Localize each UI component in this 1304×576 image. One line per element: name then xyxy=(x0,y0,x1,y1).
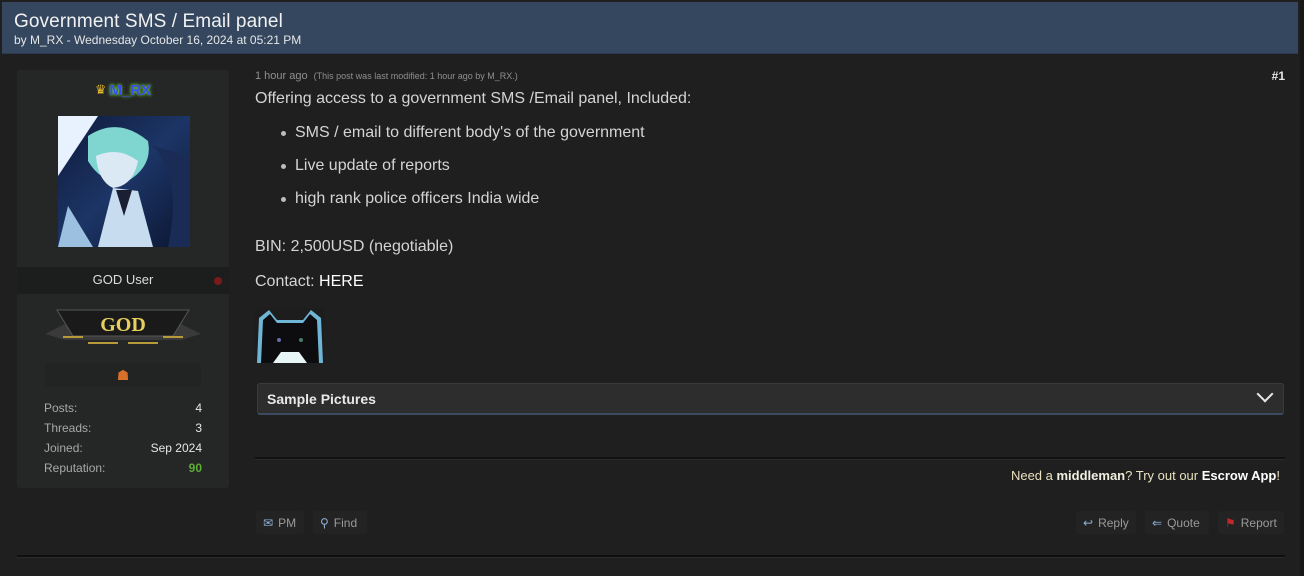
list-item: high rank police officers India wide xyxy=(281,189,645,222)
report-button[interactable]: ⚑ Report xyxy=(1218,511,1284,534)
signature-text: ! xyxy=(1276,468,1280,483)
list-item: SMS / email to different body's of the g… xyxy=(281,123,645,156)
username-row: ♛ M_RX xyxy=(17,82,229,99)
signature: Need a middleman? Try out our Escrow App… xyxy=(1011,468,1280,483)
thread-title: Government SMS / Email panel xyxy=(14,11,283,32)
award-box: ☗ xyxy=(45,363,201,387)
post-meta: 1 hour ago (This post was last modified:… xyxy=(255,70,518,82)
offline-status-icon xyxy=(214,277,222,285)
crown-icon: ♛ xyxy=(94,82,107,97)
search-icon: ⚲ xyxy=(320,515,329,530)
stat-joined: Joined: Sep 2024 xyxy=(44,438,202,458)
signature-text: ? Try out our xyxy=(1125,468,1202,483)
spoiler-label: Sample Pictures xyxy=(267,391,376,407)
thread-header: Government SMS / Email panel by M_RX - W… xyxy=(2,2,1298,54)
username-link[interactable]: M_RX xyxy=(109,82,151,99)
chevron-down-icon[interactable] xyxy=(1256,385,1274,403)
stat-reputation: Reputation: 90 xyxy=(44,458,202,478)
contact-label: Contact: xyxy=(255,273,320,290)
award-icon[interactable]: ☗ xyxy=(117,367,130,383)
envelope-icon: ✉ xyxy=(263,515,274,530)
reply-icon: ↩ xyxy=(1083,515,1094,530)
pm-button[interactable]: ✉ PM xyxy=(256,511,304,534)
stat-value: 3 xyxy=(195,421,202,435)
avatar[interactable] xyxy=(58,116,190,247)
post-time: 1 hour ago xyxy=(255,70,308,82)
quote-button[interactable]: ⇐ Quote xyxy=(1145,511,1209,534)
quote-label: Quote xyxy=(1167,515,1200,530)
find-button[interactable]: ⚲ Find xyxy=(313,511,367,534)
report-label: Report xyxy=(1240,515,1277,530)
price-text: BIN: 2,500USD (negotiable) xyxy=(255,238,454,255)
escrow-app-link[interactable]: Escrow App xyxy=(1202,468,1277,483)
feature-list: SMS / email to different body's of the g… xyxy=(281,123,645,222)
stat-value: Sep 2024 xyxy=(150,441,202,455)
reputation-value[interactable]: 90 xyxy=(189,458,202,478)
reply-all-icon: ⇐ xyxy=(1152,515,1163,530)
god-rank-badge: GOD xyxy=(43,306,203,350)
reply-button[interactable]: ↩ Reply xyxy=(1076,511,1136,534)
author-panel: ♛ M_RX GOD User GOD ☗ Posts: 4 Threads: … xyxy=(17,70,229,488)
stat-label: Threads: xyxy=(44,421,92,435)
flag-icon: ⚑ xyxy=(1225,515,1236,530)
stat-value: 4 xyxy=(195,401,202,415)
stat-posts: Posts: 4 xyxy=(44,398,202,418)
usertitle-bar: GOD User xyxy=(17,267,229,294)
signature-text: Need a xyxy=(1010,468,1057,483)
thread-meta: by M_RX - Wednesday October 16, 2024 at … xyxy=(14,33,302,47)
user-stats: Posts: 4 Threads: 3 Joined: Sep 2024 Rep… xyxy=(44,398,202,478)
reply-label: Reply xyxy=(1098,515,1129,530)
contact-link[interactable]: HERE xyxy=(319,273,363,290)
stat-label: Reputation: xyxy=(44,461,106,475)
stat-threads: Threads: 3 xyxy=(44,418,202,438)
signature-divider xyxy=(255,457,1285,460)
stat-label: Posts: xyxy=(44,401,78,415)
badge-text: GOD xyxy=(100,314,146,336)
middleman-link[interactable]: middleman xyxy=(1057,468,1126,483)
contact-line: Contact: HERE xyxy=(255,273,363,291)
post-bottom-divider xyxy=(17,555,1285,558)
pm-label: PM xyxy=(278,515,297,530)
list-item: Live update of reports xyxy=(281,156,645,189)
post-intro: Offering access to a government SMS /Ema… xyxy=(255,90,692,107)
sample-pictures-spoiler[interactable]: Sample Pictures xyxy=(257,383,1284,415)
post-number-link[interactable]: #1 xyxy=(1272,69,1285,83)
find-label: Find xyxy=(333,515,358,530)
post-modified-note: (This post was last modified: 1 hour ago… xyxy=(313,71,518,81)
cat-image xyxy=(255,308,325,363)
stat-label: Joined: xyxy=(44,441,83,455)
page: Government SMS / Email panel by M_RX - W… xyxy=(0,0,1304,576)
user-title: GOD User xyxy=(92,272,154,287)
